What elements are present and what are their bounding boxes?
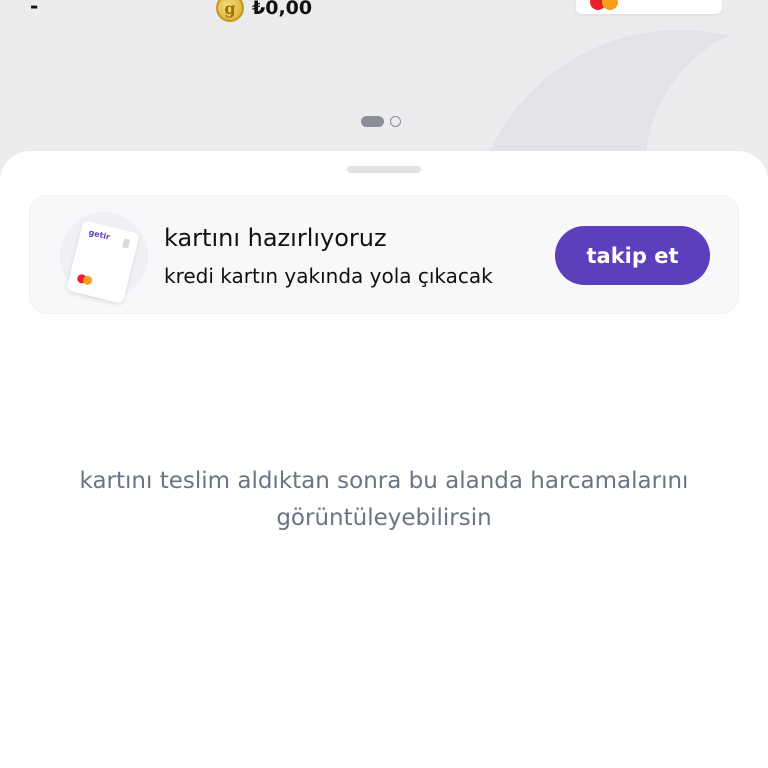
card-chip-icon — [122, 238, 131, 249]
mastercard-logo-icon — [602, 0, 618, 10]
empty-spending-message: kartını teslim aldıktan sonra bu alanda … — [79, 468, 689, 531]
mini-card-illustration: getir — [66, 220, 140, 304]
credit-card-icon: getir — [60, 212, 148, 304]
card-brand-label: getir — [87, 227, 111, 242]
pager-dot-active[interactable] — [361, 116, 384, 127]
card-number-placeholder: - — [30, 0, 39, 18]
cashback-balance: g ₺0,00 — [216, 0, 312, 22]
sheet-drag-handle[interactable] — [347, 166, 421, 173]
carousel-pager[interactable] — [361, 116, 401, 127]
bottom-sheet: getir kartını hazırlıyoruz kredi kartın … — [0, 151, 768, 768]
card-status-title: kartını hazırlıyoruz — [164, 224, 387, 252]
card-status-subtitle: kredi kartın yakında yola çıkacak — [164, 264, 493, 288]
coin-icon: g — [216, 0, 244, 22]
balance-amount: ₺0,00 — [252, 0, 313, 19]
track-button[interactable]: takip et — [555, 226, 710, 285]
card-status-banner: getir kartını hazırlıyoruz kredi kartın … — [29, 195, 739, 314]
pager-dot[interactable] — [390, 116, 401, 127]
card-preview[interactable] — [576, 0, 722, 14]
mastercard-logo-icon — [82, 274, 94, 286]
